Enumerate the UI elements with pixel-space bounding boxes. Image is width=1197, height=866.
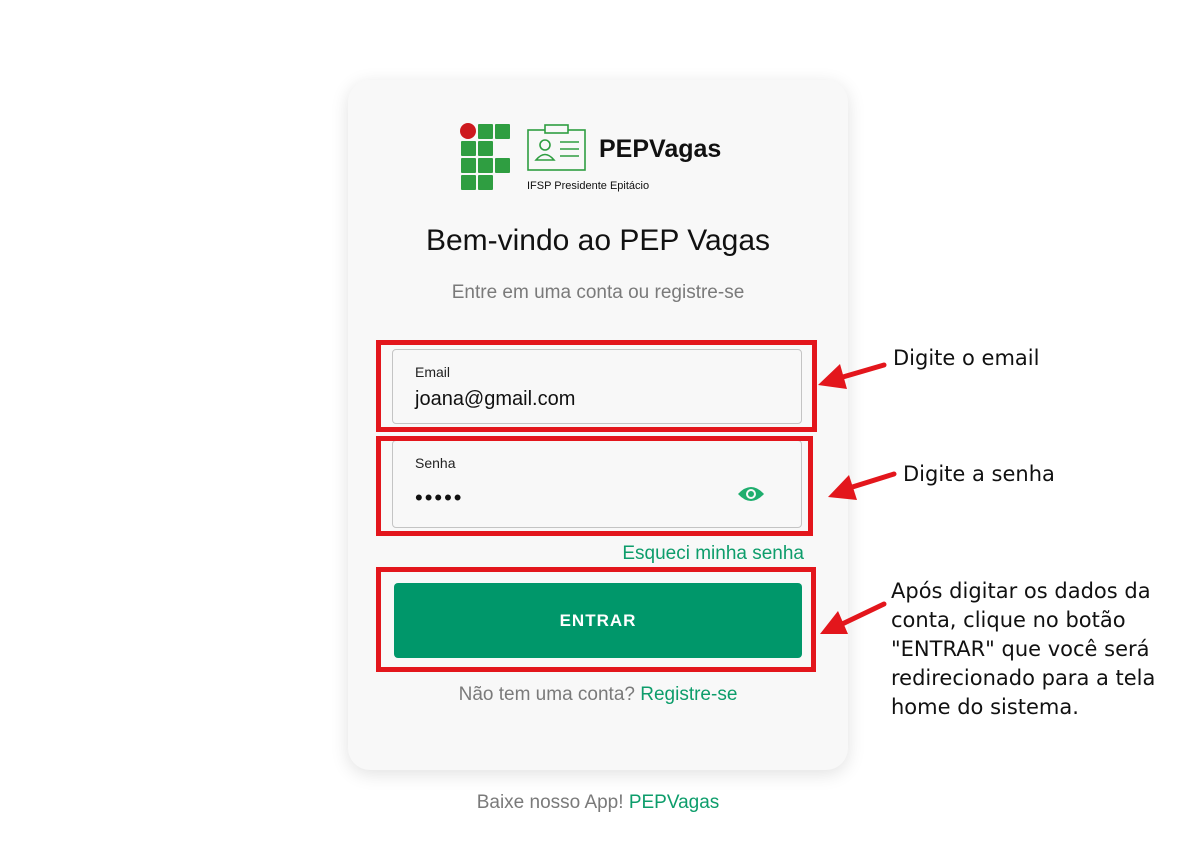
page-subtitle: Entre em uma conta ou registre-se xyxy=(451,282,745,303)
email-instruction: Digite o email xyxy=(893,346,1040,370)
email-highlight-box xyxy=(376,340,817,432)
button-arrow-icon xyxy=(820,601,887,634)
id-badge-icon xyxy=(527,124,586,171)
footer-prompt-text: Baixe nosso App! xyxy=(476,792,624,813)
button-instruction: Após digitar os dados da conta, clique n… xyxy=(891,579,1156,719)
ifsp-logo xyxy=(460,123,512,191)
brand-logo: PEPVagas IFSP Presidente Epitácio xyxy=(460,123,760,198)
brand-name: PEPVagas xyxy=(599,135,722,163)
footer: Baixe nosso App! PEPVagas xyxy=(348,792,848,814)
password-instruction: Digite a senha xyxy=(903,462,1055,486)
forgot-password-link[interactable]: Esqueci minha senha xyxy=(622,543,804,565)
register-link[interactable]: Registre-se xyxy=(640,684,737,705)
register-prompt-text: Não tem uma conta? xyxy=(458,684,635,705)
page-title: Bem-vindo ao PEP Vagas xyxy=(425,224,771,257)
brand-subtitle: IFSP Presidente Epitácio xyxy=(527,180,650,192)
button-highlight-box xyxy=(376,567,816,672)
password-highlight-box xyxy=(376,436,813,536)
footer-app-link[interactable]: PEPVagas xyxy=(629,792,719,813)
register-prompt: Não tem uma conta? Registre-se xyxy=(348,684,848,706)
email-arrow-icon xyxy=(818,362,887,389)
password-arrow-icon xyxy=(828,471,897,500)
